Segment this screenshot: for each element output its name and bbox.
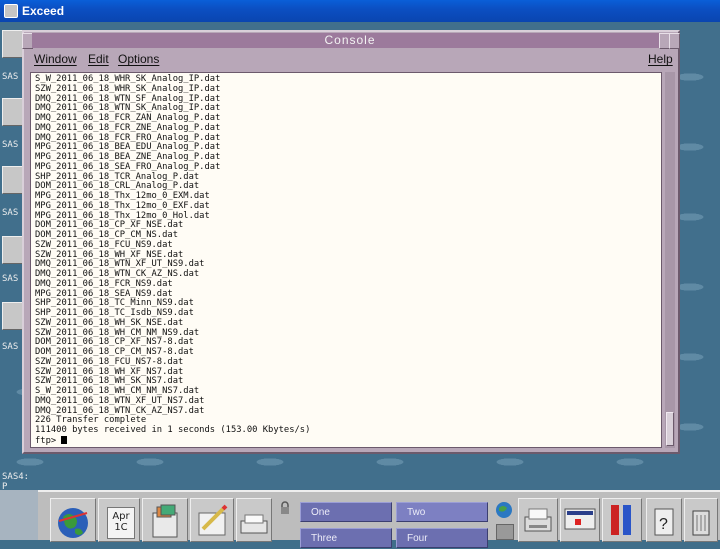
workspace-three-button[interactable]: Three	[300, 528, 392, 548]
pencil-paper-icon	[198, 504, 228, 536]
lock-icon[interactable]	[278, 500, 292, 514]
calendar-date: Apr 1C	[112, 511, 130, 533]
disk-bar	[623, 505, 631, 535]
console-menubar: Window Edit Options Help	[30, 50, 673, 70]
printer-launcher[interactable]	[518, 498, 558, 542]
scrollbar-thumb[interactable]	[666, 412, 674, 446]
style-manager-launcher[interactable]	[560, 498, 600, 542]
front-panel: Apr 1C One Two Three Four ?	[0, 490, 720, 548]
launcher-label: SAS	[2, 274, 19, 284]
file-cabinet-icon	[152, 504, 178, 538]
trash-can-icon	[692, 510, 710, 536]
mail-launcher[interactable]	[236, 498, 272, 542]
help-book-icon: ?	[654, 508, 674, 536]
calendar-launcher[interactable]: Apr 1C	[98, 498, 140, 542]
exceed-app-icon	[4, 4, 18, 18]
workspace-two-button[interactable]: Two	[396, 502, 488, 522]
file-manager-launcher[interactable]	[142, 498, 188, 542]
workspace-four-button[interactable]: Four	[396, 528, 488, 548]
console-prompt-line[interactable]: ftp>	[35, 435, 661, 447]
launcher-label: SAS	[2, 342, 19, 352]
trash-icon[interactable]	[496, 524, 514, 540]
performance-meter[interactable]	[602, 498, 642, 542]
console-output[interactable]: S_W_2011_06_18_WHR_SK_Analog_IP.dat SZW_2…	[30, 72, 662, 448]
svg-text:?: ?	[659, 516, 668, 533]
launcher-label: SAS	[2, 72, 19, 82]
app-titlebar[interactable]: Exceed	[0, 0, 720, 22]
workspace-one-button[interactable]: One	[300, 502, 392, 522]
style-manager-icon	[564, 508, 596, 530]
menu-options[interactable]: Options	[118, 52, 159, 66]
left-launcher-strip: SAS SAS SAS SAS SAS SAS4: P	[0, 26, 29, 496]
console-scrollbar[interactable]	[665, 72, 675, 448]
web-browser-icon[interactable]	[494, 500, 514, 520]
text-editor-launcher[interactable]	[190, 498, 234, 542]
launcher-label: SAS	[2, 208, 19, 218]
globe-icon	[58, 508, 88, 538]
console-lines: S_W_2011_06_18_WHR_SK_Analog_IP.dat SZW_2…	[31, 73, 661, 447]
console-title[interactable]: Console	[32, 33, 668, 48]
mail-tray-icon	[240, 514, 268, 534]
console-line: 111400 bytes received in 1 seconds (153.…	[35, 425, 311, 435]
launcher-label: SAS	[2, 140, 19, 150]
text-cursor	[61, 435, 68, 444]
cpu-bar	[611, 505, 619, 535]
ftp-prompt: ftp>	[35, 435, 62, 446]
menu-help[interactable]: Help	[648, 52, 673, 66]
app-title: Exceed	[22, 4, 65, 18]
console-window[interactable]: Console Window Edit Options Help S_W_201…	[22, 30, 680, 454]
printer-icon	[524, 508, 552, 532]
menu-edit[interactable]: Edit	[88, 52, 109, 66]
maximize-button[interactable]	[669, 33, 680, 49]
globe-launcher[interactable]	[50, 498, 96, 542]
trash-can-launcher[interactable]	[684, 498, 718, 542]
launcher-label: SAS4: P	[2, 472, 30, 492]
help-launcher[interactable]: ?	[646, 498, 682, 542]
front-panel-frame: Apr 1C One Two Three Four ?	[38, 490, 720, 548]
menu-window[interactable]: Window	[34, 52, 77, 66]
